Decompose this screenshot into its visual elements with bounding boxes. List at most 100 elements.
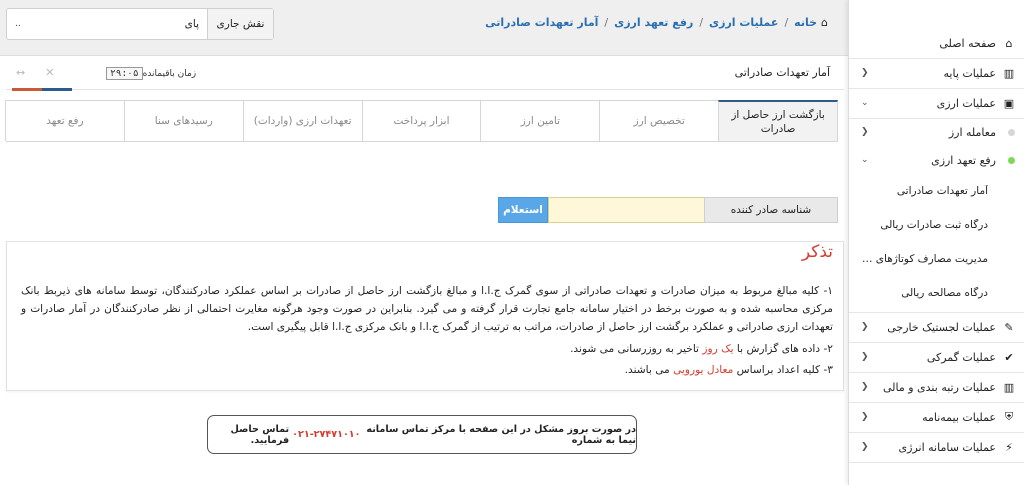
notice-panel: تذکر ۱- کلیه مبالغ مربوط به میزان صادرات…: [6, 241, 844, 391]
contact-text: در صورت بروز مشکل در این صفحه با مرکز تم…: [366, 423, 636, 446]
notice-p3-highlight: معادل یورویی: [673, 364, 734, 376]
role-value-suffix: ..: [15, 19, 21, 29]
breadcrumb-home[interactable]: خانه: [794, 16, 817, 29]
sidebar-item-label: عملیات رتبه بندی و مالی: [882, 380, 996, 394]
sidebar-item-label: صفحه اصلی: [939, 36, 996, 50]
bar-chart-icon: ▥: [1003, 66, 1015, 80]
sidebar-item-label: عملیات بیمه‌نامه: [922, 410, 996, 424]
notice-p3-text-end: می باشند.: [624, 364, 674, 376]
home-icon[interactable]: ⌂: [821, 16, 828, 29]
shield-icon: ⛨: [1004, 410, 1014, 423]
panel-tools: ↔ ✕: [16, 66, 54, 79]
sidebar-item-rating-finance[interactable]: ▥ عملیات رتبه بندی و مالی ❮: [849, 372, 1024, 402]
role-dropdown[interactable]: پای ..: [7, 9, 207, 39]
tab-sana-receipts[interactable]: رسیدهای سنا: [123, 100, 244, 141]
money-icon: ▣: [1003, 96, 1015, 110]
sidebar-leaf-label: درگاه ثبت صادرات ریالی: [880, 219, 988, 231]
sidebar-leaf-export-stats[interactable]: آمار تعهدات صادراتی: [849, 178, 1024, 204]
breadcrumb-item-current: آمار تعهدات صادراتی: [485, 16, 599, 29]
sidebar-leaf-rial-export-portal[interactable]: درگاه ثبت صادرات ریالی: [849, 212, 1024, 238]
breadcrumb-separator: /: [699, 16, 704, 29]
sidebar-item-logistics[interactable]: ✎ عملیات لجستیک خارجی ❮: [849, 312, 1024, 342]
contact-box: در صورت بروز مشکل در این صفحه با مرکز تم…: [207, 415, 637, 454]
chevron-left-icon: ❮: [861, 442, 869, 452]
edit-icon: ✎: [1004, 320, 1014, 334]
sidebar-leaf-label: مدیریت مصارف کوتاژهای صا...: [858, 253, 988, 265]
sidebar-item-label: عملیات پایه: [943, 66, 996, 80]
sidebar-item-insurance[interactable]: ⛨ عملیات بیمه‌نامه ❮: [849, 402, 1024, 432]
notice-p2-highlight: یک روز: [702, 343, 734, 355]
sidebar-item-energy[interactable]: ⚡ عملیات سامانه انرژی ❮: [849, 432, 1024, 462]
breadcrumb: ⌂ خانه / عملیات ارزی / رفع تعهد ارزی / آ…: [485, 16, 828, 29]
inquiry-form: شناسه صادر کننده استعلام: [498, 197, 838, 223]
panel-header: آمار تعهدات صادراتی زمان باقیمانده ۲۹:۰۵…: [6, 58, 844, 90]
sidebar-item-currency-ops[interactable]: ▣ عملیات ارزی ⌄: [849, 88, 1024, 118]
role-label: نقش جاری: [207, 9, 273, 39]
timer-label: زمان باقیمانده: [142, 68, 197, 79]
status-dot: [1008, 156, 1015, 164]
sidebar: ⌂ صفحه اصلی ▥ عملیات پایه ❮ ▣ عملیات ارز…: [848, 0, 1024, 485]
sidebar-item-label: عملیات ارزی: [936, 96, 996, 110]
tab-obligation-release[interactable]: رفع تعهد: [4, 100, 125, 141]
tab-import-obligations[interactable]: تعهدات ارزی (واردات): [242, 100, 363, 141]
tab-currency-supply[interactable]: تامین ارز: [480, 100, 601, 141]
sidebar-item-label: عملیات سامانه انرژی: [898, 440, 996, 454]
sidebar-item-label: عملیات گمرکی: [926, 350, 996, 364]
notice-paragraph-1: ۱- کلیه مبالغ مربوط به میزان صادرات و تع…: [21, 285, 833, 333]
role-selector[interactable]: نقش جاری پای ..: [6, 8, 274, 40]
inquiry-button[interactable]: استعلام: [498, 197, 548, 223]
sidebar-item-home[interactable]: ⌂ صفحه اصلی: [849, 28, 1024, 58]
sidebar-leaf-cottage-usage[interactable]: مدیریت مصارف کوتاژهای صا...: [849, 246, 1024, 272]
notice-p3-text: ۳- کلیه اعداد براساس: [733, 364, 833, 376]
timer-value: ۲۹:۰۵: [106, 67, 143, 80]
contact-text-end: تماس حاصل فرمایید.: [230, 423, 290, 446]
chevron-left-icon: ❮: [861, 412, 869, 422]
contact-phone: ۰۲۱-۲۷۴۷۱۰۱۰: [292, 429, 361, 440]
chevron-down-icon: ⌄: [861, 155, 869, 165]
notice-paragraph-2: ۲- داده های گزارش با یک روز تاخیر به روز…: [21, 340, 833, 358]
tab-bar: بازگشت ارز حاصل از صادرات تخصیص ارز تامی…: [4, 100, 838, 142]
exporter-id-label: شناسه صادر کننده: [704, 197, 838, 223]
breadcrumb-separator: /: [604, 16, 609, 29]
tab-payment-tools[interactable]: ابزار پرداخت: [361, 100, 482, 141]
notice-body: ۱- کلیه مبالغ مربوط به میزان صادرات و تع…: [21, 282, 833, 379]
sidebar-item-customs[interactable]: ✔ عملیات گمرکی ❮: [849, 342, 1024, 372]
breadcrumb-separator: /: [784, 16, 789, 29]
chevron-left-icon: ❮: [861, 382, 869, 392]
sidebar-leaf-label: آمار تعهدات صادراتی: [896, 185, 988, 197]
sidebar-divider: [849, 462, 1024, 463]
chevron-left-icon: ❮: [861, 352, 869, 362]
chevron-left-icon: ❮: [861, 68, 869, 78]
tab-export-currency-return[interactable]: بازگشت ارز حاصل از صادرات: [718, 100, 838, 141]
page-title: آمار تعهدات صادراتی: [734, 66, 830, 79]
sidebar-subitem-obligation-release[interactable]: رفع تعهد ارزی ⌄: [849, 146, 1024, 174]
role-value: پای: [184, 18, 199, 30]
sidebar-subitem-currency-trade[interactable]: معامله ارز ❮: [849, 118, 1024, 146]
bolt-icon: ⚡: [1005, 440, 1013, 454]
notice-title: تذکر: [801, 242, 833, 262]
chevron-left-icon: ❮: [861, 127, 869, 137]
status-dot: [1008, 128, 1015, 136]
notice-p2-text: ۲- داده های گزارش با: [733, 343, 833, 355]
chevron-down-icon: ⌄: [861, 98, 869, 108]
home-icon: ⌂: [1005, 36, 1013, 50]
expand-icon[interactable]: ✕: [45, 66, 54, 79]
collapse-icon[interactable]: ↔: [16, 66, 25, 79]
chevron-left-icon: ❮: [861, 322, 869, 332]
sidebar-subitem-label: رفع تعهد ارزی: [931, 153, 996, 167]
tab-currency-allocation[interactable]: تخصیص ارز: [599, 100, 720, 141]
sidebar-item-label: عملیات لجستیک خارجی: [887, 320, 996, 334]
sidebar-leaf-rial-settlement[interactable]: درگاه مصالحه ریالی: [849, 280, 1024, 306]
notice-paragraph-3: ۳- کلیه اعداد براساس معادل یورویی می باش…: [21, 361, 833, 379]
breadcrumb-item-obligation-release[interactable]: رفع تعهد ارزی: [614, 16, 693, 29]
notice-p2-text-end: تاخیر به روزرسانی می شوند.: [570, 343, 703, 355]
sidebar-subitem-label: معامله ارز: [948, 125, 996, 139]
session-timer: زمان باقیمانده ۲۹:۰۵: [102, 67, 196, 80]
accent-bar-blue: [42, 88, 72, 91]
sidebar-item-basic-ops[interactable]: ▥ عملیات پایه ❮: [849, 58, 1024, 88]
accent-bar-red: [12, 88, 42, 91]
breadcrumb-item-currency-ops[interactable]: عملیات ارزی: [709, 16, 778, 29]
exporter-id-input[interactable]: [548, 197, 704, 223]
check-icon: ✔: [1004, 350, 1014, 364]
accent-bar: [12, 88, 72, 91]
